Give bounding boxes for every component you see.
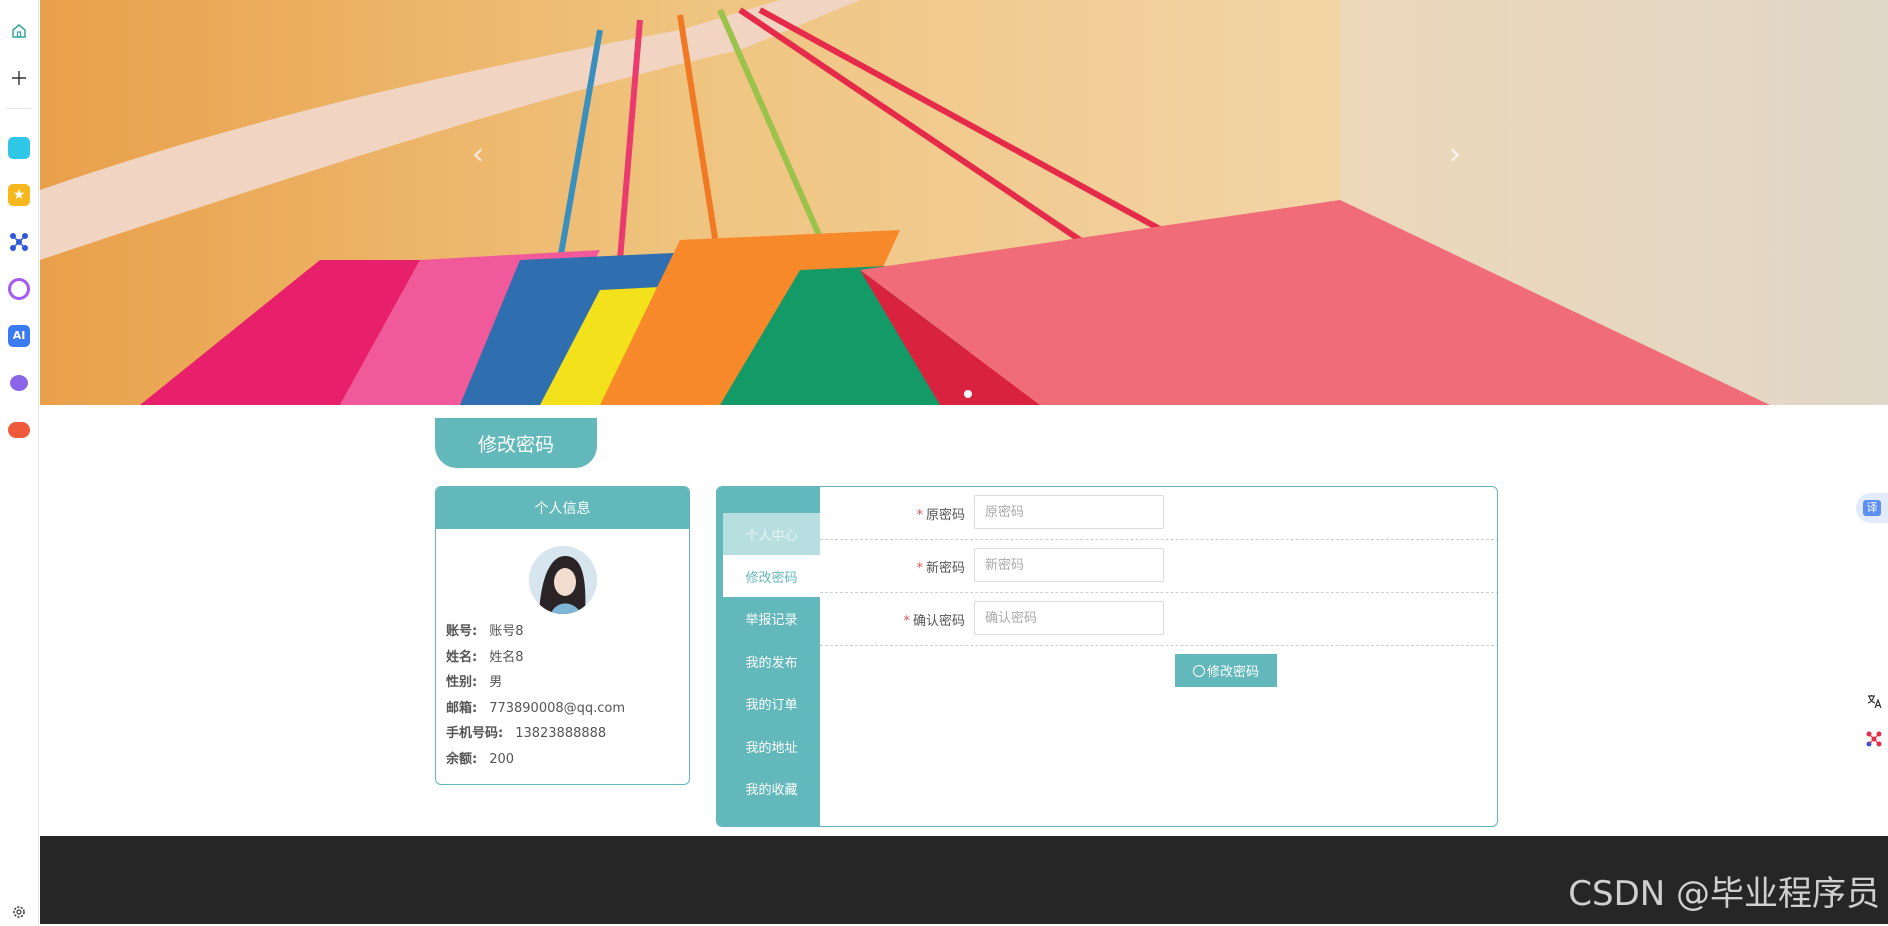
network-share-icon[interactable] <box>1860 725 1888 753</box>
side-tabs: 个人中心 修改密码 举报记录 我的发布 我的订单 我的地址 我的收藏 <box>717 487 820 826</box>
banner-carousel: ‹ › <box>40 0 1888 405</box>
language-icon[interactable] <box>1860 687 1888 715</box>
profile-card: 个人信息 账号: 账号8 姓名: 姓名8 性别: 男 邮箱: 773890008@qq.… <box>435 486 690 785</box>
confirm-password-label: * 确认密码 <box>903 614 965 629</box>
profile-field-email: 邮箱: 773890008@qq.com <box>446 701 626 716</box>
form-row-confirm-password: * 确认密码 <box>820 593 1497 646</box>
bot-app-icon[interactable] <box>5 369 33 397</box>
change-password-button-label: 修改密码 <box>1206 665 1259 680</box>
carousel-next-arrow[interactable]: › <box>1443 138 1467 172</box>
translate-float-button[interactable]: 译 <box>1856 493 1888 523</box>
new-password-input[interactable] <box>974 548 1164 582</box>
page-title: 修改密码 <box>435 418 597 468</box>
translate-icon: 译 <box>1863 500 1881 516</box>
home-icon[interactable] <box>5 17 33 45</box>
game-app-icon[interactable] <box>5 416 33 444</box>
tab-report-records[interactable]: 举报记录 <box>723 597 820 639</box>
tab-my-posts[interactable]: 我的发布 <box>723 640 820 682</box>
change-password-button[interactable]: 修改密码 <box>1175 654 1277 687</box>
browser-sidebar: ★ AI <box>0 0 39 924</box>
old-password-label: * 原密码 <box>916 508 965 523</box>
tab-my-addresses[interactable]: 我的地址 <box>723 725 820 767</box>
tab-my-orders[interactable]: 我的订单 <box>723 682 820 724</box>
form-row-old-password: * 原密码 <box>820 487 1497 540</box>
tab-change-password[interactable]: 修改密码 <box>723 555 820 597</box>
star-app-icon[interactable]: ★ <box>5 181 33 209</box>
network-app-icon[interactable] <box>5 228 33 256</box>
sidebar-divider <box>6 108 32 109</box>
check-circle-icon <box>1192 664 1205 677</box>
tab-personal-center[interactable]: 个人中心 <box>723 513 820 555</box>
tab-my-favorites[interactable]: 我的收藏 <box>723 767 820 809</box>
app-1-icon[interactable] <box>5 134 33 162</box>
ai-app-icon[interactable]: AI <box>5 322 33 350</box>
confirm-password-input[interactable] <box>974 601 1164 635</box>
profile-field-gender: 性别: 男 <box>446 675 503 690</box>
new-password-label: * 新密码 <box>916 561 965 576</box>
banner-image <box>40 0 1888 405</box>
profile-field-balance: 余额: 200 <box>446 752 515 767</box>
carousel-prev-arrow[interactable]: ‹ <box>466 138 490 172</box>
old-password-input[interactable] <box>974 495 1164 529</box>
plus-icon[interactable] <box>5 64 33 92</box>
form-row-new-password: * 新密码 <box>820 540 1497 593</box>
profile-field-name: 姓名: 姓名8 <box>446 650 524 665</box>
profile-field-account: 账号: 账号8 <box>446 624 524 639</box>
profile-field-phone: 手机号码: 13823888888 <box>446 726 607 741</box>
avatar <box>529 546 597 614</box>
ai-ring-app-icon[interactable] <box>5 275 33 303</box>
settings-icon[interactable] <box>5 898 33 926</box>
carousel-indicator-dot[interactable] <box>964 390 972 398</box>
watermark-text: CSDN @毕业程序员 <box>1568 874 1880 914</box>
account-panel: 个人中心 修改密码 举报记录 我的发布 我的订单 我的地址 我的收藏 * 原密码 … <box>716 486 1498 827</box>
profile-card-header: 个人信息 <box>436 487 689 529</box>
page-footer: CSDN @毕业程序员 <box>40 836 1888 924</box>
